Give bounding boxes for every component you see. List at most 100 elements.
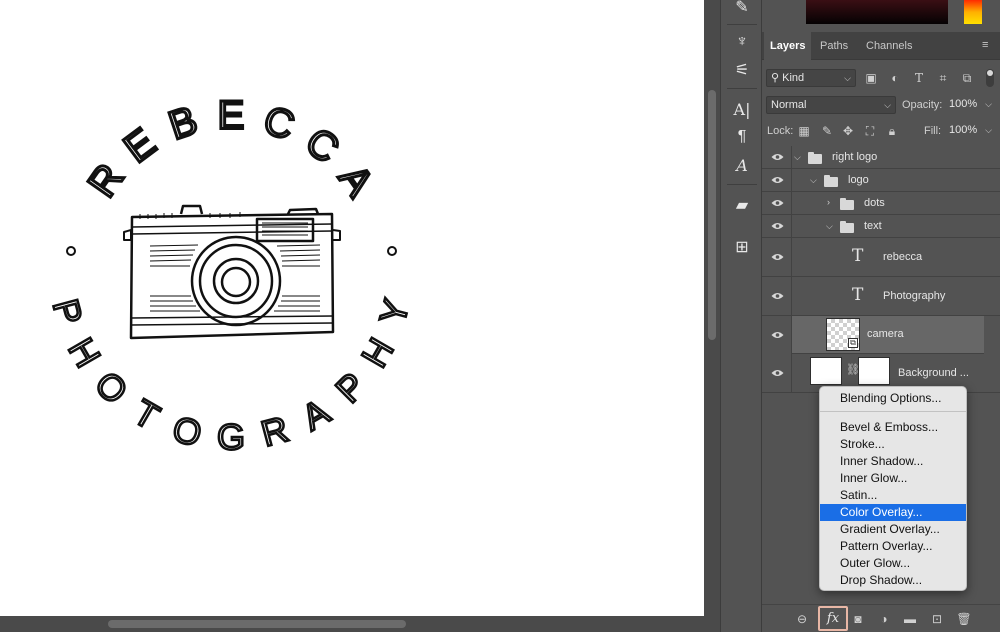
visibility-toggle[interactable] [762,215,792,237]
folder-icon [840,198,854,210]
menu-item-satin[interactable]: Satin... [820,487,966,504]
adjustment-layer-icon[interactable]: ◑ [876,611,892,627]
brush-presets-icon[interactable]: ♆ [729,31,755,53]
layer-camera[interactable]: ⧉ camera [792,316,984,354]
fill-field[interactable]: 100% ⌵ [945,122,996,140]
document-canvas[interactable]: REBECCA PHOTOGRAPHY [0,0,704,616]
opacity-value: 100% [949,98,978,110]
glyphs-panel-icon[interactable]: A [729,154,755,176]
panel-tabs: Layers Paths Channels ≡ [762,32,1000,60]
link-layers-icon[interactable]: ⊖ [794,611,810,627]
lock-all-icon[interactable]: 🔒︎ [884,123,900,139]
layer-mask-thumbnail [858,357,890,385]
fx-icon[interactable]: fx [818,606,848,631]
photography-arc-text: PHOT O G R APHY [44,294,419,459]
visibility-toggle[interactable] [762,277,792,315]
filter-kind-dropdown[interactable]: ⚲ Kind ⌵ [766,69,856,87]
add-mask-icon[interactable]: ◙ [850,611,866,627]
chevron-down-icon[interactable]: ⌵ [826,221,833,232]
hue-slider[interactable] [964,0,982,24]
paragraph-panel-icon[interactable]: ¶ [729,126,755,148]
adjust-sliders-icon[interactable]: ⚟ [729,59,755,81]
photography-letter: H [353,331,402,374]
chevron-down-icon[interactable]: ⌵ [810,175,817,186]
photography-letter: P [328,365,374,411]
grid-panel-icon[interactable]: ⊞ [729,236,755,258]
rebecca-letter: R [80,156,133,205]
menu-item-color-overlay[interactable]: Color Overlay... [820,504,966,521]
horizontal-scroll-thumb[interactable] [108,620,406,628]
opacity-field[interactable]: 100% ⌵ [945,96,996,114]
tab-paths[interactable]: Paths [814,32,854,60]
fill-label: Fill: [924,125,942,137]
menu-separator [820,411,966,412]
layer-logo[interactable]: ⌵ logo [762,169,1000,192]
rebecca-letter: E [218,94,245,138]
lock-position-icon[interactable]: ✥ [840,123,856,139]
menu-item-blending-options[interactable]: Blending Options... [820,390,966,407]
tool-divider [727,24,757,25]
layer-name: text [864,220,882,232]
tab-layers[interactable]: Layers [764,32,812,60]
layer-rebecca[interactable]: T rebecca [762,238,1000,277]
filter-toggle[interactable] [986,69,994,87]
visibility-toggle[interactable] [762,169,792,191]
menu-item-pattern-overlay[interactable]: Pattern Overlay... [820,538,966,555]
vertical-scrollbar[interactable] [704,0,720,632]
chevron-right-icon[interactable]: › [827,197,830,207]
new-group-icon[interactable]: ▬ [902,611,918,627]
eye-icon [771,154,784,160]
menu-item-inner-glow[interactable]: Inner Glow... [820,470,966,487]
character-panel-icon[interactable]: A| [729,98,755,120]
eye-icon [771,293,784,299]
lock-row: Lock: ▦ ✎ ✥ ⛶ 🔒︎ Fill: 100% ⌵ [762,120,1000,146]
photography-letter: A [295,391,336,439]
folder-icon [840,221,854,233]
menu-item-gradient-overlay[interactable]: Gradient Overlay... [820,521,966,538]
filter-adjustment-icon[interactable]: ◐ [887,70,903,86]
eye-icon [771,223,784,229]
chevron-down-icon[interactable]: ⌵ [794,152,801,163]
panel-menu-icon[interactable]: ≡ [982,40,992,51]
layer-thumbnail [810,357,842,385]
eye-icon [771,332,784,338]
layer-right-logo[interactable]: ⌵ right logo [762,146,1000,169]
new-layer-icon[interactable]: ⊡ [929,611,945,627]
trash-icon[interactable]: 🗑︎ [956,611,972,627]
photography-letter: T [127,391,167,438]
menu-item-drop-shadow[interactable]: Drop Shadow... [820,572,966,589]
color-picker-field[interactable] [806,0,948,24]
layer-text-group[interactable]: ⌵ text [762,215,1000,238]
right-dot [387,246,397,256]
filter-smart-object-icon[interactable]: ⧉ [959,70,975,86]
lock-artboard-icon[interactable]: ⛶ [862,123,878,139]
visibility-toggle[interactable] [762,192,792,214]
lock-label: Lock: [767,125,794,137]
tab-channels[interactable]: Channels [860,32,918,60]
visibility-toggle[interactable] [762,146,792,168]
camera-illustration [123,204,341,340]
blend-mode-dropdown[interactable]: Normal ⌵ [766,96,896,114]
visibility-toggle[interactable] [762,238,792,276]
menu-item-stroke[interactable]: Stroke... [820,436,966,453]
filter-shape-icon[interactable]: ⌗ [935,70,951,86]
layer-comps-icon[interactable]: ▰ [729,194,755,216]
panel-tool-strip: ✎ ♆ ⚟ A| ¶ A ▰ ⊞ [720,0,762,632]
visibility-toggle[interactable] [762,354,792,392]
horizontal-scrollbar[interactable] [0,616,704,632]
menu-item-bevel-emboss[interactable]: Bevel & Emboss... [820,419,966,436]
libraries-icon[interactable]: ✎ [729,0,755,18]
lock-paint-icon[interactable]: ✎ [819,123,835,139]
smart-object-icon: ⧉ [848,338,858,348]
search-icon: ⚲ [771,72,780,84]
lock-transparent-icon[interactable]: ▦ [796,123,812,139]
photography-letter: G [217,417,245,458]
menu-item-outer-glow[interactable]: Outer Glow... [820,555,966,572]
vertical-scroll-thumb[interactable] [708,90,716,340]
visibility-toggle[interactable] [762,316,792,354]
layer-dots[interactable]: › dots [762,192,1000,215]
filter-type-icon[interactable]: T [911,70,927,86]
layer-photography[interactable]: T Photography [762,277,1000,316]
filter-pixel-icon[interactable]: ▣ [863,70,879,86]
menu-item-inner-shadow[interactable]: Inner Shadow... [820,453,966,470]
